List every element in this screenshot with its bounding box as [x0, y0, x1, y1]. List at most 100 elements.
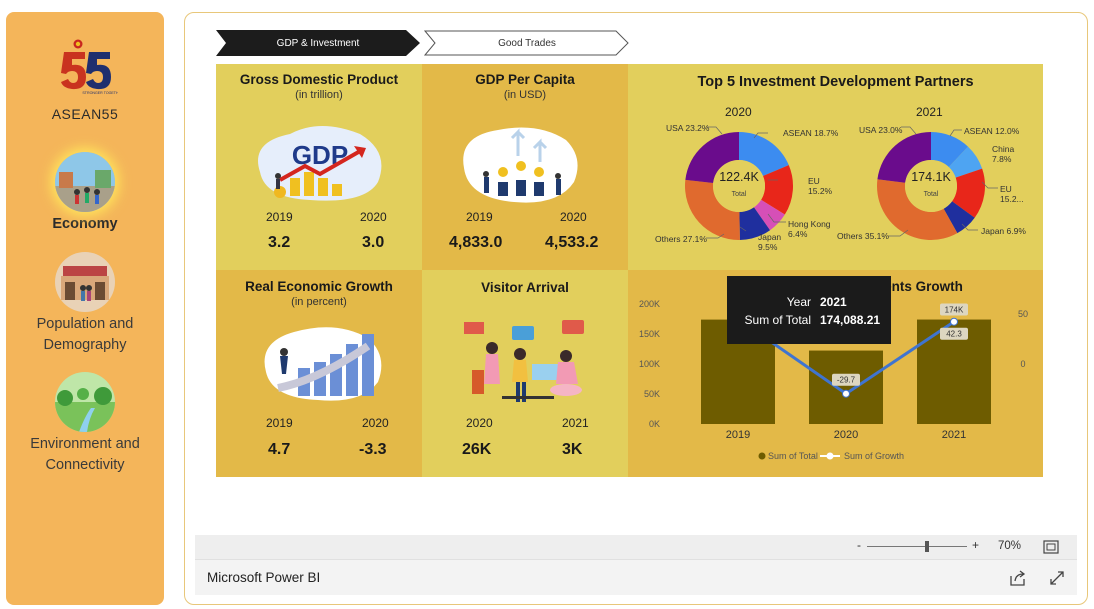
svg-text:STRONGER TOGETHER: STRONGER TOGETHER	[82, 91, 118, 95]
growth-value-2: -3.3	[359, 441, 387, 458]
gdp-illustration-icon: GDP	[258, 126, 382, 201]
gdp-year-1: 2019	[266, 210, 293, 224]
brand-label: ASEAN55	[51, 106, 119, 122]
visitor-value-1: 26K	[462, 441, 492, 458]
growth-year-1: 2019	[266, 416, 293, 430]
chart-legend: Sum of Total Sum of Growth	[758, 451, 904, 461]
svg-text:42.3: 42.3	[946, 330, 962, 339]
share-icon[interactable]	[1009, 570, 1027, 586]
growth-header: Real Economic Growth (in percent)	[216, 279, 422, 308]
growth-illustration-icon	[264, 327, 382, 401]
y-axis-tick: 0K	[649, 419, 660, 429]
tab-label: Good Trades	[498, 37, 556, 49]
gdppc-illustration-icon	[463, 127, 578, 203]
tooltip-key-total: Sum of Total	[744, 313, 811, 327]
growth-value-1: 4.7	[268, 441, 291, 458]
visitor-header: Visitor Arrival	[422, 280, 628, 295]
gdp-value-1: 3.2	[268, 234, 291, 251]
pie-2021-label-japan: Japan 6.9%	[981, 226, 1026, 236]
svg-text:Sum of Growth: Sum of Growth	[844, 451, 904, 461]
growth-point-2020[interactable]	[842, 389, 850, 398]
svg-text:174K: 174K	[945, 306, 964, 315]
tab-label: GDP & Investment	[276, 37, 360, 49]
gdppc-value-2: 4,533.2	[545, 234, 599, 251]
tooltip-key-year: Year	[786, 295, 811, 309]
expand-icon[interactable]	[1049, 570, 1065, 586]
pie-2021-label-eu: EU 15.2...	[1000, 184, 1024, 204]
pie-2020-label-hongkong: Hong Kong 6.4%	[788, 219, 831, 239]
pie-2021-label-usa: USA 23.0%	[859, 125, 903, 135]
gdppc-title: GDP Per Capita	[475, 72, 575, 87]
svg-text:Sum of Total: Sum of Total	[768, 451, 818, 461]
y-axis-tick: 200K	[639, 299, 660, 309]
nav-item-environment[interactable]: Environment and Connectivity	[6, 372, 164, 476]
gdppc-year-2: 2020	[560, 210, 587, 224]
zoom-toolbar: - + 70%	[195, 535, 1077, 559]
growth-data-label: -29.7	[832, 373, 860, 386]
pie-2020-label-others: Others 27.1%	[655, 234, 707, 244]
growth-data-label: 42.3	[940, 327, 968, 340]
tooltip-value-total: 174,088.21	[820, 313, 881, 327]
zoom-level: 70%	[998, 540, 1022, 552]
x-axis-tick: 2021	[942, 429, 966, 441]
x-axis-tick: 2020	[834, 429, 858, 441]
powerbi-footer: Microsoft Power BI	[195, 559, 1077, 595]
economy-icon	[55, 152, 115, 212]
svg-text:-29.7: -29.7	[837, 376, 856, 385]
bar-total-2020[interactable]	[809, 350, 883, 424]
partners-title: Top 5 Investment Development Partners	[697, 74, 974, 90]
powerbi-brand: Microsoft Power BI	[207, 570, 321, 585]
svg-text:GDP: GDP	[292, 140, 348, 170]
zoom-out-button[interactable]: -	[857, 538, 861, 552]
pie-2020-label-asean: ASEAN 18.7%	[783, 128, 839, 138]
fit-to-page-icon[interactable]	[1043, 540, 1059, 554]
gdp-year-2: 2020	[360, 210, 387, 224]
bar-data-label: 174K	[940, 303, 968, 316]
visitor-year-2: 2021	[562, 416, 589, 430]
y2-axis-tick: 0	[1020, 359, 1025, 369]
nav-label-population: Population and Demography	[36, 316, 134, 353]
y-axis-tick: 100K	[639, 359, 660, 369]
growth-point-2021[interactable]	[950, 317, 958, 326]
visitor-year-1: 2020	[466, 416, 493, 430]
pie-2020-label-usa: USA 23.2%	[666, 123, 710, 133]
partners-header: Top 5 Investment Development Partners	[628, 74, 1043, 90]
growth-year-2: 2020	[362, 416, 389, 430]
pie-2020-label-eu: EU 15.2%	[808, 176, 833, 196]
gdppc-subtitle: (in USD)	[503, 89, 547, 101]
nav-label-economy: Economy	[52, 216, 118, 232]
y2-axis-tick: 50	[1018, 309, 1028, 319]
y-axis-tick: 50K	[644, 389, 660, 399]
visitor-value-2: 3K	[562, 441, 583, 458]
tab-gdp-investment[interactable]: GDP & Investment	[216, 30, 420, 56]
zoom-slider[interactable]	[867, 541, 967, 552]
gdp-value-2: 3.0	[362, 234, 385, 251]
chart-tooltip: Year 2021 Sum of Total 174,088.21	[727, 276, 891, 344]
growth-title: Real Economic Growth	[245, 279, 393, 294]
pie-2021-label-china: China 7.8%	[992, 144, 1015, 164]
pie-2021-label-others: Others 35.1%	[837, 231, 889, 241]
nav-item-economy[interactable]: Economy	[6, 152, 164, 235]
nav-label-environment: Environment and Connectivity	[30, 436, 140, 473]
zoom-in-button[interactable]: +	[972, 538, 979, 552]
population-icon	[55, 252, 115, 312]
app-root: STRONGER TOGETHER ASEAN55 Economy	[0, 0, 1094, 609]
visitor-title: Visitor Arrival	[481, 280, 569, 295]
asean55-logo: STRONGER TOGETHER	[61, 39, 118, 95]
x-axis-tick: 2019	[726, 429, 750, 441]
pie-2020-label-japan: Japan 9.5%	[758, 232, 782, 252]
visitor-illustration-icon	[464, 320, 584, 402]
tab-good-trades[interactable]: Good Trades	[424, 30, 630, 56]
gdppc-header: GDP Per Capita (in USD)	[422, 72, 628, 101]
zoom-slider-thumb[interactable]	[925, 541, 929, 552]
sidebar: STRONGER TOGETHER ASEAN55 Economy	[6, 12, 164, 605]
environment-icon	[55, 372, 115, 432]
gdppc-year-1: 2019	[466, 210, 493, 224]
nav-item-population[interactable]: Population and Demography	[6, 252, 164, 356]
y-axis-tick: 150K	[639, 329, 660, 339]
gdp-header: Gross Domestic Product (in trillion)	[216, 72, 422, 101]
gdp-title: Gross Domestic Product	[239, 72, 399, 87]
tooltip-value-year: 2021	[820, 295, 847, 309]
growth-subtitle: (in percent)	[291, 296, 347, 308]
gdppc-value-1: 4,833.0	[449, 234, 503, 251]
